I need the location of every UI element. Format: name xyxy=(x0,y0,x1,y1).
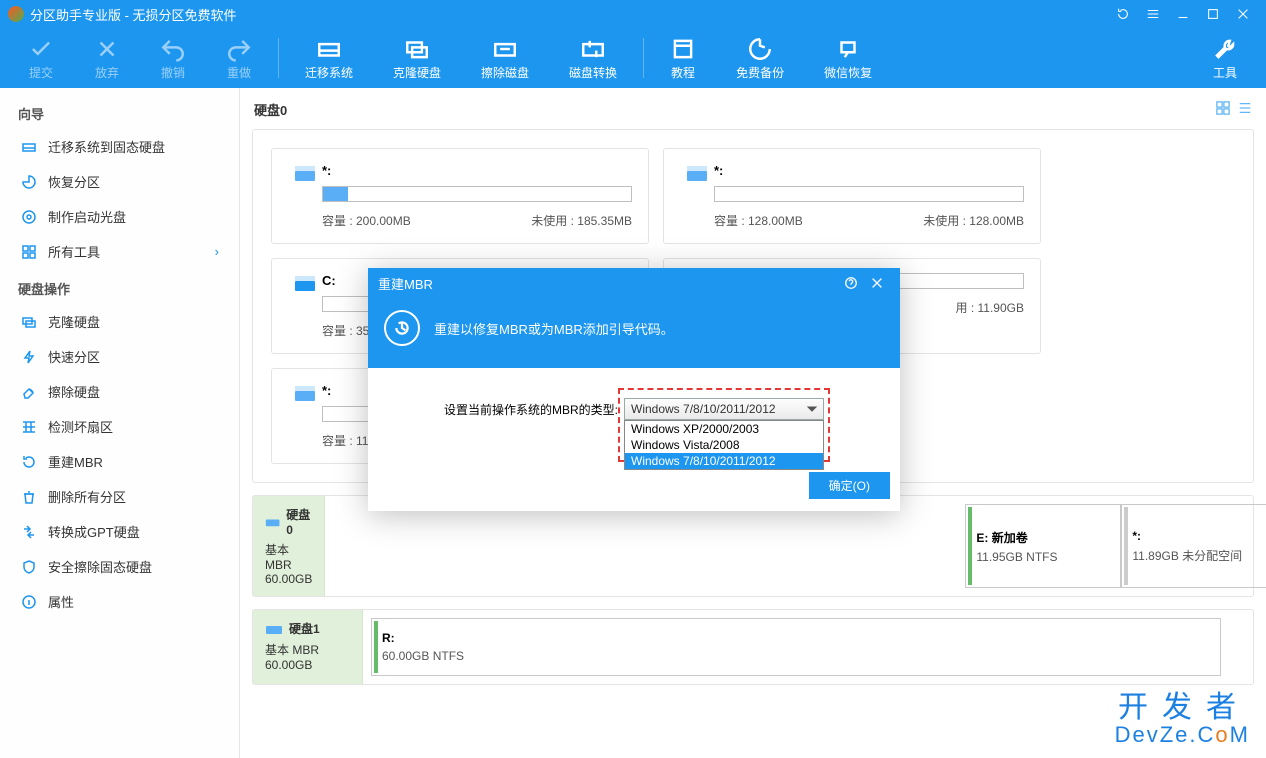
mbr-type-dropdown[interactable]: Windows XP/2000/2003Windows Vista/2008Wi… xyxy=(624,420,824,470)
shield-icon xyxy=(20,558,38,576)
ok-button[interactable]: 确定(O) xyxy=(809,472,890,499)
trash-icon xyxy=(20,488,38,506)
sidebar-item[interactable]: 所有工具 › xyxy=(6,234,233,269)
mbr-type-select[interactable]: Windows 7/8/10/2011/2012 xyxy=(624,398,824,420)
titlebar: 分区助手专业版 - 无损分区免费软件 xyxy=(0,0,1266,28)
sidebar-item[interactable]: 克隆硬盘 xyxy=(6,304,233,339)
help-icon[interactable] xyxy=(838,268,864,298)
sidebar-item[interactable]: 属性 xyxy=(6,584,233,619)
grid3-icon xyxy=(20,418,38,436)
disk-partition[interactable]: R:60.00GB NTFS xyxy=(371,618,1221,676)
sidebar-item[interactable]: 擦除硬盘 xyxy=(6,374,233,409)
dropdown-option[interactable]: Windows Vista/2008 xyxy=(625,437,823,453)
drive-icon xyxy=(288,275,322,339)
sidebar-item[interactable]: 检测坏扇区 xyxy=(6,409,233,444)
sidebar-item[interactable]: 快速分区 xyxy=(6,339,233,374)
convert-icon xyxy=(20,523,38,541)
sidebar-item[interactable]: 删除所有分区 xyxy=(6,479,233,514)
minimize-icon[interactable] xyxy=(1168,0,1198,28)
disk-partition[interactable]: E: 新加卷11.95GB NTFS xyxy=(965,504,1121,588)
view-toggle-icon[interactable] xyxy=(1216,101,1252,118)
drive-icon xyxy=(288,165,322,229)
sidebar-item[interactable]: 安全擦除固态硬盘 xyxy=(6,549,233,584)
maximize-icon[interactable] xyxy=(1198,0,1228,28)
disk-partition[interactable]: *:11.89GB 未分配空间 xyxy=(1121,504,1266,588)
toolbar-cancel[interactable]: 放弃 xyxy=(74,32,140,85)
toolbar-wechat[interactable]: 微信恢复 xyxy=(804,32,892,85)
app-logo-icon xyxy=(8,6,24,22)
app-title: 分区助手专业版 - 无损分区免费软件 xyxy=(30,5,237,24)
disk-label[interactable]: 硬盘1 基本 MBR60.00GB xyxy=(253,610,363,684)
disk-icon xyxy=(20,138,38,156)
refresh-icon[interactable] xyxy=(1108,0,1138,28)
info-icon xyxy=(20,593,38,611)
watermark: 开发者 DevZe.CoM xyxy=(1115,682,1250,748)
diskops-title: 硬盘操作 xyxy=(6,269,233,304)
drive-icon xyxy=(680,165,714,229)
partition-card[interactable]: *: 容量 : 200.00MB未使用 : 185.35MB xyxy=(271,148,649,244)
dialog-close-icon[interactable] xyxy=(864,268,890,298)
grid-icon xyxy=(20,243,38,261)
disk-label[interactable]: 硬盘0 基本 MBR60.00GB xyxy=(253,496,325,596)
wizard-title: 向导 xyxy=(6,94,233,129)
toolbar-diskcopy[interactable]: 克隆硬盘 xyxy=(373,32,461,85)
toolbar-undo[interactable]: 撤销 xyxy=(140,32,206,85)
rebuild-icon xyxy=(384,310,420,346)
drive-icon xyxy=(288,385,322,449)
toolbar-diskconv[interactable]: 磁盘转换 xyxy=(549,32,637,85)
cd-icon xyxy=(20,208,38,226)
rebuild-mbr-dialog: 重建MBR 重建以修复MBR或为MBR添加引导代码。 设置当前操作系统的MBR的… xyxy=(368,268,900,511)
pie-icon xyxy=(20,173,38,191)
tools-button[interactable]: 工具 xyxy=(1192,32,1258,85)
sidebar-item[interactable]: 恢复分区 xyxy=(6,164,233,199)
toolbar-redo[interactable]: 重做 xyxy=(206,32,272,85)
refresh-icon xyxy=(20,453,38,471)
toolbar-disk[interactable]: 迁移系统 xyxy=(285,32,373,85)
mbr-type-label: 设置当前操作系统的MBR的类型: xyxy=(444,401,618,418)
toolbar-book[interactable]: 教程 xyxy=(650,32,716,85)
dialog-title: 重建MBR xyxy=(378,274,433,293)
menu-icon[interactable] xyxy=(1138,0,1168,28)
sidebar-item[interactable]: 迁移系统到固态硬盘 xyxy=(6,129,233,164)
bolt-icon xyxy=(20,348,38,366)
erase-icon xyxy=(20,383,38,401)
sidebar-item[interactable]: 制作启动光盘 xyxy=(6,199,233,234)
toolbar-diskerase[interactable]: 擦除磁盘 xyxy=(461,32,549,85)
main-toolbar: 提交放弃撤销重做迁移系统克隆硬盘擦除磁盘磁盘转换教程免费备份微信恢复 工具 xyxy=(0,28,1266,88)
partition-card[interactable]: *: 容量 : 128.00MB未使用 : 128.00MB xyxy=(663,148,1041,244)
disk-header: 硬盘0 xyxy=(254,100,287,119)
dropdown-option[interactable]: Windows 7/8/10/2011/2012 xyxy=(625,453,823,469)
chevron-right-icon: › xyxy=(215,244,219,259)
close-icon[interactable] xyxy=(1228,0,1258,28)
sidebar-item[interactable]: 转换成GPT硬盘 xyxy=(6,514,233,549)
disk-row: 硬盘1 基本 MBR60.00GB R:60.00GB NTFS xyxy=(252,609,1254,685)
dropdown-option[interactable]: Windows XP/2000/2003 xyxy=(625,421,823,437)
toolbar-backup[interactable]: 免费备份 xyxy=(716,32,804,85)
sidebar-item[interactable]: 重建MBR xyxy=(6,444,233,479)
diskcopy-icon xyxy=(20,313,38,331)
toolbar-check[interactable]: 提交 xyxy=(8,32,74,85)
dialog-banner-text: 重建以修复MBR或为MBR添加引导代码。 xyxy=(434,319,674,338)
sidebar: 向导 迁移系统到固态硬盘 恢复分区 制作启动光盘 所有工具 › 硬盘操作 克隆硬… xyxy=(0,88,240,758)
